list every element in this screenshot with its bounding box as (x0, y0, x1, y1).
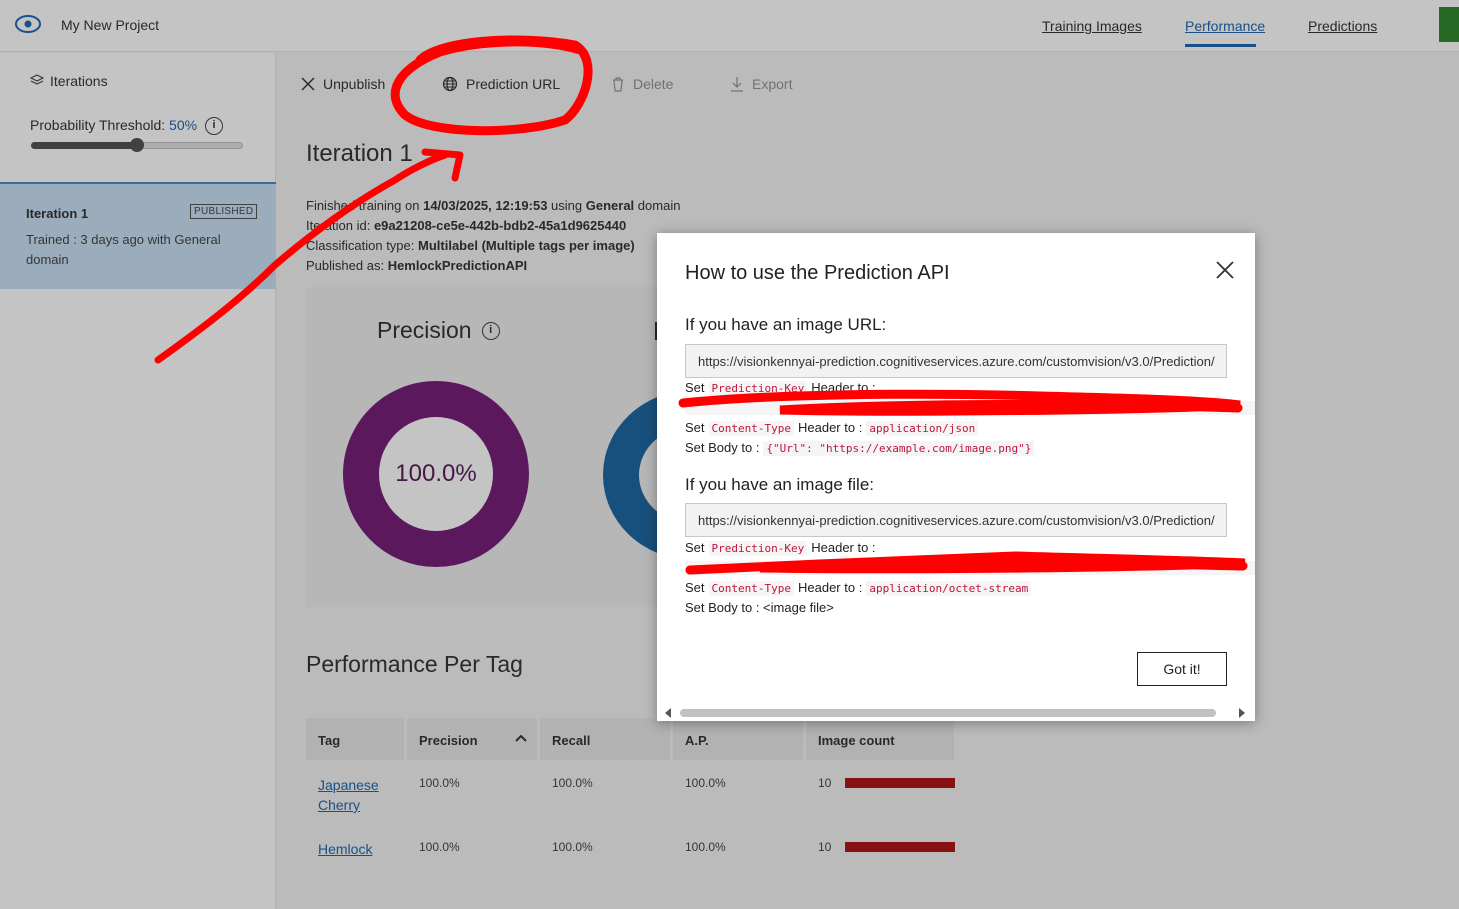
scroll-left-arrow-icon[interactable] (665, 708, 671, 718)
image-file-section-title: If you have an image file: (685, 475, 875, 494)
set-label: Set (685, 540, 705, 555)
body-json-code: {"Url": "https://example.com/image.png"} (763, 441, 1035, 456)
scrollbar-thumb[interactable] (680, 709, 1216, 717)
url-prediction-key-line: Set Prediction-Key Header to : (685, 380, 876, 396)
json-type-code: application/json (866, 421, 979, 436)
close-icon[interactable] (1213, 258, 1237, 282)
header-to-label: Header to : (811, 380, 876, 395)
url-body-line: Set Body to : {"Url": "https://example.co… (685, 440, 1038, 456)
body-to-label: Set Body to : (685, 440, 760, 455)
horizontal-scrollbar[interactable] (663, 706, 1249, 718)
content-type-code: Content-Type (708, 581, 794, 596)
file-prediction-key-line: Set Prediction-Key Header to : (685, 540, 876, 556)
image-url-endpoint-field[interactable]: https://visionkennyai-prediction.cogniti… (685, 344, 1227, 378)
prediction-api-dialog: How to use the Prediction API If you hav… (657, 233, 1255, 721)
header-to-label: Header to : (798, 420, 863, 435)
set-label: Set (685, 420, 705, 435)
file-body-line: Set Body to : <image file> (685, 600, 834, 615)
prediction-key-code: Prediction-Key (708, 381, 808, 396)
file-prediction-key-value[interactable] (685, 561, 1255, 575)
got-it-button[interactable]: Got it! (1137, 652, 1227, 686)
file-content-type-line: Set Content-Type Header to : application/oc… (685, 580, 1035, 596)
image-url-section-title: If you have an image URL: (685, 315, 887, 334)
url-content-type-line: Set Content-Type Header to : application/js… (685, 420, 982, 436)
octet-type-code: application/octet-stream (866, 581, 1032, 596)
header-to-label: Header to : (811, 540, 876, 555)
image-file-endpoint-field[interactable]: https://visionkennyai-prediction.cogniti… (685, 503, 1227, 537)
prediction-key-code: Prediction-Key (708, 541, 808, 556)
scroll-right-arrow-icon[interactable] (1239, 708, 1245, 718)
header-to-label: Header to : (798, 580, 863, 595)
dialog-title: How to use the Prediction API (685, 262, 950, 284)
content-type-code: Content-Type (708, 421, 794, 436)
set-label: Set (685, 580, 705, 595)
url-prediction-key-value[interactable] (685, 401, 1255, 415)
set-label: Set (685, 380, 705, 395)
